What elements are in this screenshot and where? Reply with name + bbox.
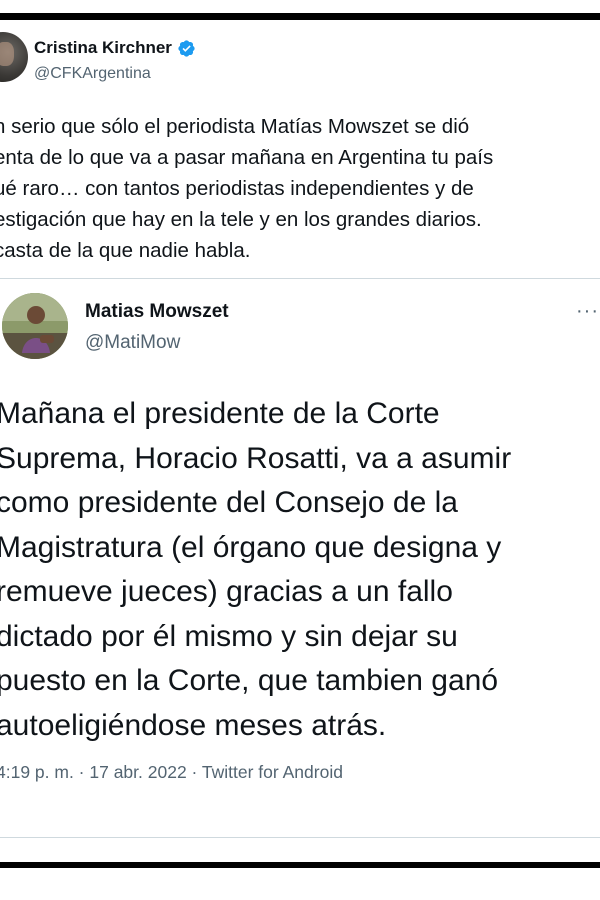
author-handle[interactable]: @CFKArgentina xyxy=(34,65,151,83)
quoted-text-line: autoeligiéndose meses atrás. xyxy=(0,708,387,742)
tweet-text: n serio que sólo el periodista Matías Mo… xyxy=(0,111,600,266)
author-name-label: Cristina Kirchner xyxy=(34,38,172,57)
verified-badge-icon xyxy=(177,39,196,58)
quoted-text-line: Magistratura (el órgano que designa y xyxy=(0,530,502,564)
quoted-text-line: como presidente del Consejo de la xyxy=(0,486,458,519)
tweet-text-line: ué raro… con tantos periodistas independ… xyxy=(0,177,474,200)
quoted-author-handle[interactable]: @MatiMow xyxy=(85,332,180,354)
quoted-tweet-text: Mañana el presidente de la Corte Suprema… xyxy=(0,392,600,748)
quoted-author-avatar[interactable] xyxy=(2,293,68,359)
tweet-text-line: enta de lo que va a pasar mañana en Arge… xyxy=(0,146,494,169)
tweet-text-line: casta de la que nadie habla. xyxy=(0,239,251,262)
quoted-author-name[interactable]: Matias Mowszet xyxy=(85,301,229,323)
quoted-text-line: remueve jueces) gracias a un fallo xyxy=(0,575,453,608)
author-name[interactable]: Cristina Kirchner xyxy=(34,38,196,58)
avatar[interactable] xyxy=(0,32,28,82)
quoted-text-line: puesto en la Corte, que tambien ganó xyxy=(0,664,499,697)
tweet-timestamp-meta[interactable]: 4:19 p. m. · 17 abr. 2022 · Twitter for … xyxy=(0,762,343,783)
screenshot-frame: Cristina Kirchner @CFKArgentina n serio … xyxy=(0,0,600,900)
top-border-bar xyxy=(0,13,600,20)
quoted-text-line: Mañana el presidente de la Corte xyxy=(0,397,440,430)
quoted-text-line: Suprema, Horacio Rosatti, va a asumir xyxy=(0,441,512,475)
quoted-text-line: dictado por él mismo y sin dejar su xyxy=(0,619,458,653)
more-options-icon[interactable]: ··· xyxy=(576,300,599,323)
tweet-text-line: n serio que sólo el periodista Matías Mo… xyxy=(0,115,470,138)
bottom-border-bar xyxy=(0,862,600,868)
tweet-text-line: estigación que hay en la tele y en los g… xyxy=(0,208,482,231)
